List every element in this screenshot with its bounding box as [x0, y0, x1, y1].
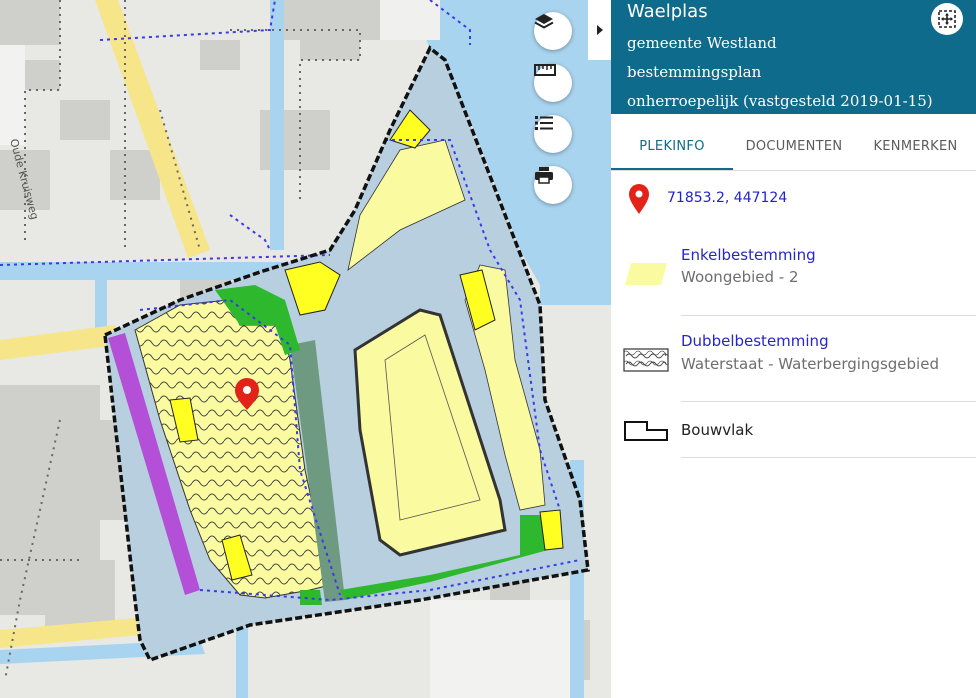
print-icon — [535, 167, 553, 184]
tab-plekinfo[interactable]: PLEKINFO — [611, 114, 733, 170]
info-panel: Waelplas gemeente Westland bestemmingspl… — [611, 0, 976, 698]
coordinates-text[interactable]: 71853.2, 447124 — [667, 190, 787, 206]
expand-icon — [938, 10, 956, 28]
layers-icon — [534, 14, 554, 29]
legend-subtitle: Woongebied - 2 — [681, 268, 799, 286]
collapse-panel-tab[interactable] — [588, 0, 611, 60]
legend-title: Bouwvlak — [681, 421, 754, 439]
legend-title[interactable]: Enkelbestemming — [681, 246, 816, 264]
municipality: gemeente Westland — [627, 34, 777, 52]
legend-subtitle: Waterstaat - Waterbergingsgebied — [681, 355, 939, 373]
tab-bar: PLEKINFO DOCUMENTEN KENMERKEN — [611, 114, 976, 171]
legend-item-bouwvlak: Bouwvlak — [611, 402, 976, 458]
expand-button[interactable] — [931, 3, 963, 35]
legend-item-enkelbestemming: Enkelbestemming Woongebied - 2 — [611, 232, 976, 316]
legend-title[interactable]: Dubbelbestemming — [681, 332, 829, 350]
print-button[interactable] — [534, 166, 572, 204]
building-outline-swatch — [624, 421, 668, 441]
plan-type: bestemmingsplan — [627, 63, 762, 81]
map-pin-icon — [629, 184, 649, 214]
map-view[interactable]: Oude Kruisweg — [0, 0, 611, 698]
coordinate-row: 71853.2, 447124 — [611, 180, 976, 220]
chevron-right-icon — [596, 25, 603, 35]
list-icon — [535, 116, 553, 130]
tab-documenten[interactable]: DOCUMENTEN — [733, 114, 855, 170]
plan-status: onherroepelijk (vastgesteld 2019-01-15) — [627, 92, 933, 110]
ruler-icon — [534, 64, 556, 76]
map-canvas[interactable]: Oude Kruisweg — [0, 0, 611, 698]
legend-item-dubbelbestemming: Dubbelbestemming Waterstaat - Waterbergi… — [611, 316, 976, 402]
plan-title: Waelplas — [627, 1, 708, 22]
measure-button[interactable] — [534, 64, 572, 102]
legend-button[interactable] — [534, 115, 572, 153]
yellow-area-swatch — [625, 263, 667, 285]
tab-kenmerken[interactable]: KENMERKEN — [855, 114, 976, 170]
layers-button[interactable] — [534, 12, 572, 50]
panel-header: Waelplas gemeente Westland bestemmingspl… — [611, 0, 976, 114]
wave-pattern-swatch — [623, 348, 669, 372]
divider — [681, 457, 976, 458]
